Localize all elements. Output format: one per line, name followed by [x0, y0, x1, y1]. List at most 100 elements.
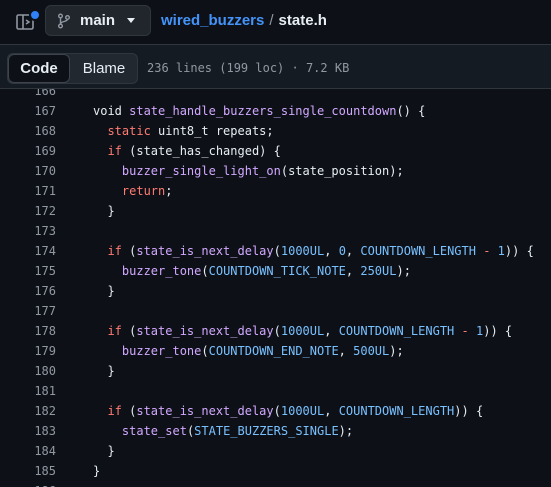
line-number[interactable]: 166	[0, 89, 56, 101]
code-line: 178 if (state_is_next_delay(1000UL, COUN…	[0, 321, 551, 341]
file-header: main wired_buzzers / state.h	[0, 0, 551, 44]
line-number[interactable]: 174	[0, 241, 56, 261]
code-line: 166	[0, 89, 551, 101]
sidebar-toggle-icon[interactable]	[14, 9, 41, 34]
line-number[interactable]: 181	[0, 381, 56, 401]
line-number[interactable]: 172	[0, 201, 56, 221]
code-token: 500UL	[353, 344, 390, 358]
code-token: COUNTDOWN_LENGTH	[338, 404, 455, 418]
code-token: }	[93, 464, 101, 478]
line-number[interactable]: 169	[0, 141, 56, 161]
code-view[interactable]: 166 167 void state_handle_buzzers_single_c…	[0, 89, 551, 487]
code-token: COUNTDOWN_END_NOTE	[208, 344, 339, 358]
line-number[interactable]: 171	[0, 181, 56, 201]
code-line: 174 if (state_is_next_delay(1000UL, 0, C…	[0, 241, 551, 261]
line-number[interactable]: 182	[0, 401, 56, 421]
line-number[interactable]: 176	[0, 281, 56, 301]
line-number[interactable]: 168	[0, 121, 56, 141]
code-token: (	[121, 324, 137, 338]
code-token: 1000UL	[280, 404, 325, 418]
line-code: state_set(STATE_BUZZERS_SINGLE);	[93, 421, 353, 441]
code-line: 185}	[0, 461, 551, 481]
code-token: }	[93, 444, 115, 458]
code-token: );	[396, 264, 411, 278]
line-number[interactable]: 175	[0, 261, 56, 281]
code-token: (	[273, 404, 281, 418]
line-number[interactable]: 173	[0, 221, 56, 241]
line-code: if (state_has_changed) {	[93, 141, 281, 161]
line-number[interactable]: 170	[0, 161, 56, 181]
code-token: 1	[497, 244, 505, 258]
line-number[interactable]: 184	[0, 441, 56, 461]
code-token: if	[107, 144, 122, 158]
line-number[interactable]: 185	[0, 461, 56, 481]
code-line: 171 return;	[0, 181, 551, 201]
code-line: 167 void state_handle_buzzers_single_coun…	[0, 101, 551, 121]
line-number[interactable]: 183	[0, 421, 56, 441]
code-token: ,	[345, 264, 361, 278]
code-token: (	[121, 404, 137, 418]
code-token: ,	[324, 404, 339, 418]
line-code: buzzer_single_light_on(state_position);	[93, 161, 404, 181]
line-number[interactable]: 167	[0, 101, 56, 121]
code-token: }	[93, 364, 115, 378]
code-token: if	[107, 404, 122, 418]
code-token: if	[107, 244, 122, 258]
code-token: state_handle_buzzers_single_countdown	[129, 104, 397, 118]
code-line: 169 if (state_has_changed) {	[0, 141, 551, 161]
code-token: COUNTDOWN_LENGTH	[360, 244, 476, 258]
breadcrumb: wired_buzzers / state.h	[161, 12, 327, 29]
line-code: void state_handle_buzzers_single_countdo…	[93, 101, 425, 121]
notification-dot	[29, 9, 41, 21]
chevron-down-icon	[127, 18, 136, 23]
code-line: 173	[0, 221, 551, 241]
tab-code[interactable]: Code	[8, 54, 70, 83]
line-code: static uint8_t repeats;	[93, 121, 274, 141]
code-token: );	[389, 344, 404, 358]
code-line: 186	[0, 481, 551, 487]
code-token: STATE_BUZZERS_SINGLE	[194, 424, 339, 438]
code-token: ,	[345, 244, 361, 258]
code-line: 180 }	[0, 361, 551, 381]
line-number[interactable]: 180	[0, 361, 56, 381]
code-token: 0	[338, 244, 346, 258]
code-line: 184 }	[0, 441, 551, 461]
code-token: (	[201, 264, 209, 278]
line-number[interactable]: 178	[0, 321, 56, 341]
line-code: if (state_is_next_delay(1000UL, COUNTDOW…	[93, 401, 483, 421]
line-code: buzzer_tone(COUNTDOWN_TICK_NOTE, 250UL);	[93, 261, 411, 281]
code-token: 1000UL	[280, 244, 325, 258]
code-token: ;	[165, 184, 173, 198]
line-code: }	[93, 361, 115, 381]
code-token: )) {	[454, 404, 484, 418]
code-token: COUNTDOWN_LENGTH	[338, 324, 455, 338]
line-code: }	[93, 281, 114, 301]
code-line: 170 buzzer_single_light_on(state_positio…	[0, 161, 551, 181]
breadcrumb-repo-link[interactable]: wired_buzzers	[161, 12, 264, 29]
code-line: 176 }	[0, 281, 551, 301]
line-number[interactable]: 177	[0, 301, 56, 321]
code-line: 168 static uint8_t repeats;	[0, 121, 551, 141]
line-code: return;	[93, 181, 173, 201]
git-branch-icon	[58, 13, 70, 28]
line-number[interactable]: 186	[0, 481, 56, 487]
code-line: 172 }	[0, 201, 551, 221]
branch-selector-button[interactable]: main	[45, 5, 151, 36]
code-token: (state_has_changed) {	[121, 144, 281, 158]
code-token: state_is_next_delay	[136, 404, 274, 418]
line-number[interactable]: 179	[0, 341, 56, 361]
code-token: 250UL	[360, 264, 397, 278]
code-token: (state_position);	[280, 164, 404, 178]
tab-blame[interactable]: Blame	[70, 54, 138, 83]
code-token: uint8_t repeats;	[150, 124, 274, 138]
